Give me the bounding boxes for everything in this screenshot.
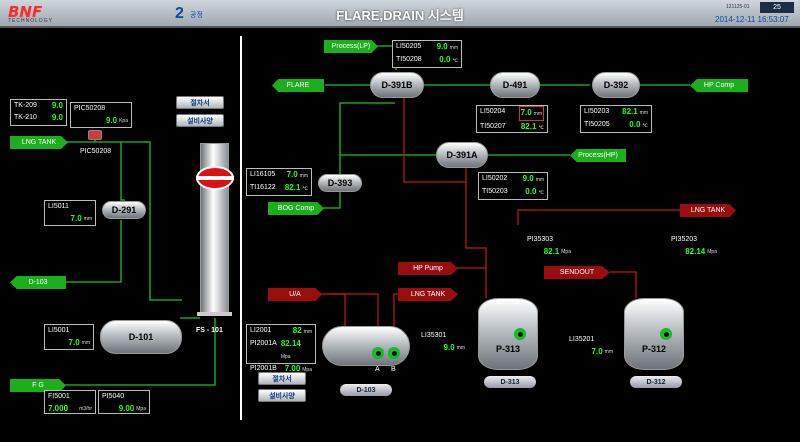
d103-left-arrow[interactable]: D-103 [10,276,66,289]
li50204-box: LI50204 7.0 mm TI50207 82.1 ℃ [476,105,548,133]
pump-b-label: B [391,366,396,373]
li50205-box: LI50205 9.0 mm TI50208 0.0 ℃ [392,40,462,68]
li35301-box: LI35301 9.0 mm [418,330,468,356]
bog-comp-arrow[interactable]: BOG Comp [268,202,324,215]
stack-base [197,312,232,316]
vessel-d391a[interactable]: D-391A [436,142,488,168]
d313-button[interactable]: D-313 [484,376,536,388]
sendout-arrow[interactable]: SENDOUT [544,266,610,279]
process-hp-arrow[interactable]: Process(HP) [570,149,626,162]
li50202-box: LI50202 9.0 mm TI50203 0.0 ℃ [478,172,548,200]
lng-tank-mid-arrow[interactable]: LNG TANK [398,288,458,301]
fs101-label: FS - 101 [196,327,223,334]
vessel-p312[interactable]: P-312 [624,298,684,370]
vessel-p313[interactable]: P-313 [478,298,538,370]
ua-arrow[interactable]: U/A [268,288,322,301]
pump-p313-icon[interactable] [514,328,526,340]
pump-a-icon[interactable] [372,347,384,359]
li5001-box: LI5001 7.0 mm [44,324,94,350]
procedure-button-left[interactable]: 절차서 [176,96,224,109]
d103-button[interactable]: D-103 [340,384,392,396]
li35201-box: LI35201 7.0 mm [566,334,616,360]
li50203-box: LI50203 82.1 mm TI50205 0.0 ℃ [580,105,652,133]
li5011-box: LI5011 7.0 mm [44,200,96,226]
pi35303-box: PI35303 82.1 Mpa [524,234,574,260]
procedure-button-right[interactable]: 절차서 [258,372,306,385]
li16105-box: LI16105 7.0 mm TI16122 82.1 ℃ [246,168,312,196]
tk-tank-box: TK-209 9.0 TK-210 9.0 [10,99,67,126]
vessel-d491[interactable]: D-491 [490,72,540,98]
hp-comp-arrow[interactable]: HP Comp [690,79,748,92]
pic-tag-label: PIC50208 [80,148,112,155]
vessel-d103[interactable] [322,326,410,366]
d312-button[interactable]: D-312 [630,376,682,388]
spec-button-right[interactable]: 설비사양 [258,389,306,402]
pump-p312-icon[interactable] [660,328,672,340]
pi35203-box: PI35203 82.14 Mpa [668,234,720,260]
hp-pump-arrow[interactable]: HP Pump [398,262,458,275]
pic50208-box: PIC50208 9.0 Kpa [70,102,132,128]
fi5001-box: FI5001 7.000 m3/hr [44,390,96,414]
control-valve-icon[interactable] [88,130,102,140]
lng-tank-right-arrow[interactable]: LNG TANK [680,204,736,217]
vessel-d391b[interactable]: D-391B [370,72,424,98]
spec-button-left[interactable]: 설비사양 [176,114,224,127]
pump-a-label: A [375,366,380,373]
vessel-d101[interactable]: D-101 [100,320,182,354]
flare-arrow[interactable]: FLARE [272,79,324,92]
flare-band [196,176,234,180]
pi5040-box: PI5040 9.00 Mpa [98,390,150,414]
pump-b-icon[interactable] [388,347,400,359]
li2001-box: LI2001 82 mm PI2001A 82.14 Mpa PI2001B 7.00… [246,324,316,373]
lng-tank-left-arrow[interactable]: LNG TANK [10,136,68,149]
process-lp-arrow[interactable]: Process(LP) [324,40,378,53]
vessel-d392[interactable]: D-392 [592,72,640,98]
vessel-d291[interactable]: D-291 [102,201,146,219]
vessel-d393[interactable]: D-393 [318,174,362,192]
